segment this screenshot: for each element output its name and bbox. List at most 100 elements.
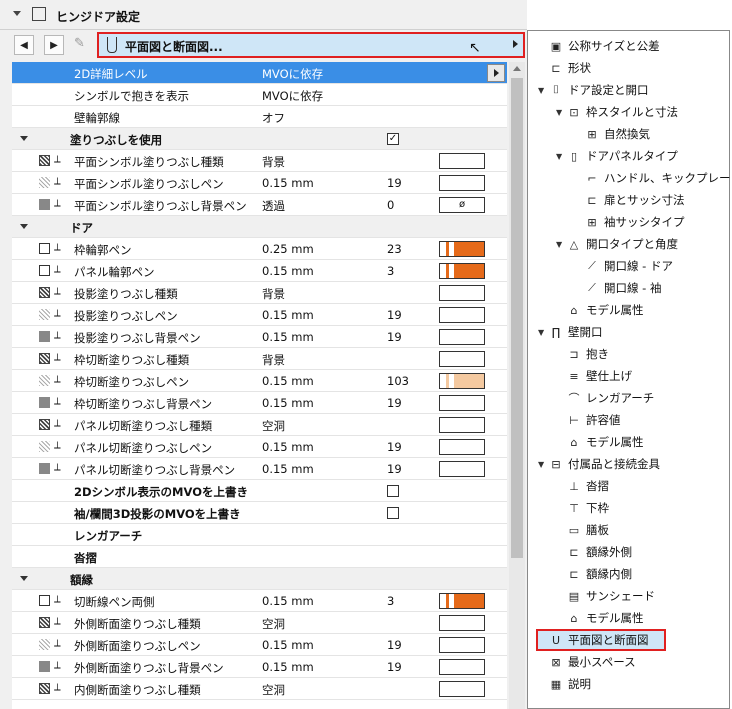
property-row[interactable]: ⟂ パネル切断塗りつぶし背景ペン 0.15 mm 19 <box>12 458 507 480</box>
property-value[interactable]: 0.15 mm <box>262 462 314 476</box>
property-row[interactable]: ⟂ 外側断面塗りつぶし種類 空洞 <box>12 612 507 634</box>
tree-item[interactable]: ⌂ モデル属性 <box>556 431 644 453</box>
pen-color-swatch[interactable] <box>439 285 485 301</box>
property-row[interactable]: ⟂ 内側断面塗りつぶし種類 空洞 <box>12 678 507 700</box>
property-value[interactable]: 0.15 mm <box>262 638 314 652</box>
pen-number[interactable]: 19 <box>387 660 402 674</box>
property-row[interactable]: ⟂ 平面シンボル塗りつぶしペン 0.15 mm 19 <box>12 172 507 194</box>
tree-item[interactable]: ⊤ 下枠 <box>556 497 609 519</box>
pen-number[interactable]: 23 <box>387 242 402 256</box>
property-value[interactable]: 0.25 mm <box>262 242 314 256</box>
property-row[interactable]: ⟂ 枠切断塗りつぶし背景ペン 0.15 mm 19 <box>12 392 507 414</box>
pen-color-swatch[interactable] <box>439 637 485 653</box>
panel-header[interactable]: ヒンジドア設定 <box>0 0 527 30</box>
expand-arrow-icon[interactable]: ▼ <box>556 108 566 117</box>
property-value[interactable]: 背景 <box>262 352 285 368</box>
property-value[interactable]: 0.15 mm <box>262 440 314 454</box>
pen-color-swatch[interactable] <box>439 417 485 433</box>
tree-item[interactable]: ⊏ 扉とサッシ寸法 <box>574 189 684 211</box>
pen-number[interactable]: 103 <box>387 374 409 388</box>
pen-color-swatch[interactable] <box>439 373 485 389</box>
property-value[interactable]: 0.15 mm <box>262 308 314 322</box>
pen-number[interactable]: 19 <box>387 396 402 410</box>
property-row[interactable]: 壁輪郭線 オフ <box>12 106 507 128</box>
tree-item[interactable]: ▭ 膳板 <box>556 519 609 541</box>
pen-color-swatch[interactable] <box>439 263 485 279</box>
tree-item[interactable]: ⊏ 形状 <box>538 57 591 79</box>
tree-item[interactable]: ⊐ 抱き <box>556 343 609 365</box>
section-collapse-icon[interactable] <box>20 136 28 141</box>
property-row[interactable]: ⟂ パネル切断塗りつぶし種類 空洞 <box>12 414 507 436</box>
property-value[interactable]: 0.15 mm <box>262 396 314 410</box>
pen-color-swatch[interactable] <box>439 593 485 609</box>
property-row[interactable]: ⟂ 枠切断塗りつぶし種類 背景 <box>12 348 507 370</box>
property-value[interactable]: 空洞 <box>262 682 285 698</box>
pen-number[interactable]: 19 <box>387 330 402 344</box>
property-row[interactable]: 沓摺 <box>12 546 507 568</box>
property-row[interactable]: ドア <box>12 216 507 238</box>
pen-number[interactable]: 3 <box>387 264 394 278</box>
tree-item[interactable]: ⌂ モデル属性 <box>556 299 644 321</box>
tree-item[interactable]: ⊞ 袖サッシタイプ <box>574 211 684 233</box>
property-value[interactable]: 0.15 mm <box>262 176 314 190</box>
next-page-button[interactable]: ▶ <box>44 35 64 55</box>
tree-item[interactable]: ▼ △ 開口タイプと角度 <box>556 233 678 255</box>
property-row[interactable]: ⟂ 枠輪郭ペン 0.25 mm 23 <box>12 238 507 260</box>
property-row[interactable]: ⟂ 外側断面塗りつぶしペン 0.15 mm 19 <box>12 634 507 656</box>
property-value[interactable]: 背景 <box>262 286 285 302</box>
tree-item[interactable]: ▼ ⌷ ドア設定と開口 <box>538 79 649 101</box>
section-collapse-icon[interactable] <box>20 224 28 229</box>
pen-number[interactable]: 19 <box>387 462 402 476</box>
property-row[interactable]: ⟂ 切断線ペン両側 0.15 mm 3 <box>12 590 507 612</box>
expand-arrow-icon[interactable]: ▼ <box>538 460 548 469</box>
tree-item[interactable]: ⌂ モデル属性 <box>556 607 644 629</box>
tree-item[interactable]: ⊥ 沓摺 <box>556 475 609 497</box>
property-value[interactable]: 0.15 mm <box>262 594 314 608</box>
tree-item[interactable]: U 平面図と断面図 <box>536 629 666 651</box>
tree-item[interactable]: ⊠ 最小スペース <box>538 651 635 673</box>
expand-arrow-icon[interactable]: ▼ <box>556 152 566 161</box>
pen-color-swatch[interactable] <box>439 175 485 191</box>
property-value[interactable]: 背景 <box>262 154 285 170</box>
checkbox[interactable] <box>387 507 399 519</box>
tree-item[interactable]: ⊢ 許容値 <box>556 409 620 431</box>
property-value[interactable]: オフ <box>262 110 285 126</box>
property-row[interactable]: ⟂ パネル輪郭ペン 0.15 mm 3 <box>12 260 507 282</box>
property-row[interactable]: 塗りつぶしを使用 ✓ <box>12 128 507 150</box>
pen-number[interactable]: 19 <box>387 440 402 454</box>
tree-item[interactable]: ⌐ ハンドル、キックプレート <box>574 167 732 189</box>
property-value[interactable]: 0.15 mm <box>262 660 314 674</box>
pen-color-swatch[interactable] <box>439 659 485 675</box>
tree-item[interactable]: ▣ 公称サイズと公差 <box>538 35 660 57</box>
property-row[interactable]: 2D詳細レベル MVOに依存 <box>12 62 507 84</box>
value-dropdown-button[interactable] <box>487 64 505 82</box>
property-row[interactable]: ⟂ 投影塗りつぶし背景ペン 0.15 mm 19 <box>12 326 507 348</box>
property-value[interactable]: 空洞 <box>262 616 285 632</box>
pen-color-swatch[interactable] <box>439 461 485 477</box>
pen-number[interactable]: 19 <box>387 308 402 322</box>
tree-item[interactable]: ▤ サンシェード <box>556 585 655 607</box>
tree-item[interactable]: ▼ ⊟ 付属品と接続金具 <box>538 453 660 475</box>
tree-item[interactable]: ⊏ 額縁外側 <box>556 541 632 563</box>
tree-item[interactable]: ▦ 説明 <box>538 673 591 695</box>
tree-item[interactable]: ⟋ 開口線 - 袖 <box>574 277 661 299</box>
property-row[interactable]: 額縁 <box>12 568 507 590</box>
tree-item[interactable]: ▼ ▯ ドアパネルタイプ <box>556 145 678 167</box>
expand-arrow-icon[interactable]: ▼ <box>538 328 548 337</box>
checkbox[interactable] <box>387 485 399 497</box>
prev-page-button[interactable]: ◀ <box>14 35 34 55</box>
section-collapse-icon[interactable] <box>20 576 28 581</box>
property-row[interactable]: ⟂ 外側断面塗りつぶし背景ペン 0.15 mm 19 <box>12 656 507 678</box>
tree-item[interactable]: ▼ ⊡ 枠スタイルと寸法 <box>556 101 678 123</box>
property-row[interactable]: シンボルで抱きを表示 MVOに依存 <box>12 84 507 106</box>
property-row[interactable]: ⟂ 枠切断塗りつぶしペン 0.15 mm 103 <box>12 370 507 392</box>
page-selector[interactable]: 平面図と断面図... ↖ <box>97 32 525 58</box>
property-value[interactable]: 0.15 mm <box>262 264 314 278</box>
pen-color-swatch[interactable] <box>439 329 485 345</box>
property-row[interactable]: ⟂ パネル切断塗りつぶしペン 0.15 mm 19 <box>12 436 507 458</box>
property-row[interactable]: ⟂ 平面シンボル塗りつぶし種類 背景 <box>12 150 507 172</box>
collapse-triangle-icon[interactable] <box>13 11 21 16</box>
pen-color-swatch[interactable] <box>439 681 485 697</box>
tree-item[interactable]: ⊞ 自然換気 <box>574 123 650 145</box>
pen-color-swatch[interactable] <box>439 241 485 257</box>
